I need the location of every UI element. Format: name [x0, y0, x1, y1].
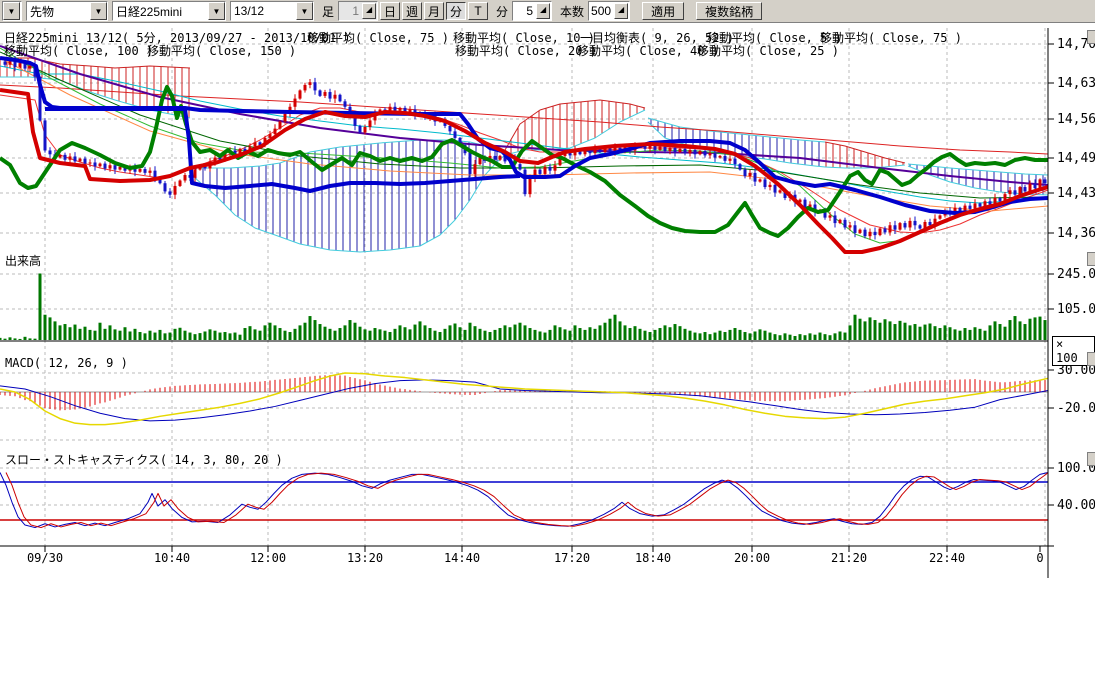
period-week-button[interactable]: 週	[402, 2, 422, 20]
panel-corner-button	[1087, 252, 1095, 266]
price-axis-label: 14,360	[1057, 226, 1095, 241]
period-minute-button[interactable]: 分	[446, 2, 466, 20]
price-axis-label: 14,630	[1057, 76, 1095, 91]
bar-type-label: 足	[322, 3, 334, 20]
minute-label: 分	[496, 3, 508, 20]
panel-corner-button	[1087, 30, 1095, 44]
price-axis-label: 14,495	[1057, 151, 1095, 166]
time-axis-label: 18:40	[631, 551, 675, 565]
chevron-down-icon[interactable]: ▼	[208, 2, 225, 20]
volume-axis-label: 105.00	[1057, 302, 1095, 317]
spinner-icon[interactable]: ◢	[614, 3, 628, 19]
stoch-panel-title: スロー・ストキャスティクス( 14, 3, 80, 20 )	[5, 451, 283, 468]
time-axis-label: 20:00	[730, 551, 774, 565]
period-day-button[interactable]: 日	[380, 2, 400, 20]
legend-entry: 移動平均( Close, 75 )	[820, 29, 962, 46]
price-axis-label: 14,430	[1057, 186, 1095, 201]
time-axis-label: 09/30	[23, 551, 67, 565]
legend-entry: 移動平均( Close, 75 )	[307, 29, 449, 46]
panel-corner-button	[1087, 452, 1095, 466]
time-axis-label: 13:20	[343, 551, 387, 565]
panel-corner-button	[1087, 352, 1095, 366]
macd-axis-label: -20.00	[1057, 401, 1095, 416]
stoch-axis-label: 40.00	[1057, 498, 1095, 513]
legend-entry: 移動平均( Close, 150 )	[147, 42, 296, 59]
spinner-icon[interactable]: ◢	[362, 3, 376, 19]
app-window: { "toolbar": { "history_dropdown": "▼", …	[0, 0, 1095, 690]
market-select[interactable]: 先物 ▼	[26, 1, 108, 21]
legend-entry: 移動平均( Close, 25 )	[697, 42, 839, 59]
chevron-down-icon[interactable]: ▼	[90, 2, 107, 20]
legend-entry: 移動平均( Close, 20 )	[455, 42, 597, 59]
contract-month-select[interactable]: 13/12 ▼	[230, 1, 314, 21]
time-axis-label: 14:40	[440, 551, 484, 565]
bar-count-label: 本数	[560, 3, 584, 20]
minute-value-stepper[interactable]: 5 ◢	[512, 1, 552, 21]
symbol-select[interactable]: 日経225mini ▼	[112, 1, 226, 21]
time-axis-label: 12:00	[246, 551, 290, 565]
toolbar: ▼ 先物 ▼ 日経225mini ▼ 13/12 ▼ 足 1 ◢ 日 週 月 分…	[0, 0, 1095, 23]
time-axis-label: 21:20	[827, 551, 871, 565]
history-dropdown[interactable]: ▼	[2, 1, 22, 21]
time-axis-label: 0	[1018, 551, 1062, 565]
chevron-down-icon[interactable]: ▼	[296, 2, 313, 20]
time-axis-label: 10:40	[150, 551, 194, 565]
chevron-down-icon[interactable]: ▼	[3, 2, 20, 20]
chart-canvas[interactable]	[0, 0, 1095, 690]
period-tick-button[interactable]: T	[468, 2, 488, 20]
multi-symbol-button[interactable]: 複数銘柄	[696, 2, 762, 20]
spinner-icon[interactable]: ◢	[536, 3, 550, 19]
period-month-button[interactable]: 月	[424, 2, 444, 20]
volume-panel-title: 出来高	[5, 252, 41, 269]
bar-count-stepper[interactable]: 500 ◢	[588, 1, 630, 21]
legend-entry: 移動平均( Close, 100 )	[4, 42, 153, 59]
volume-axis-label: 245.00	[1057, 267, 1095, 282]
apply-button[interactable]: 適用	[642, 2, 684, 20]
bar-interval-stepper[interactable]: 1 ◢	[338, 1, 378, 21]
price-axis-label: 14,565	[1057, 112, 1095, 127]
time-axis-label: 17:20	[550, 551, 594, 565]
macd-panel-title: MACD( 12, 26, 9 )	[5, 356, 128, 370]
time-axis-label: 22:40	[925, 551, 969, 565]
